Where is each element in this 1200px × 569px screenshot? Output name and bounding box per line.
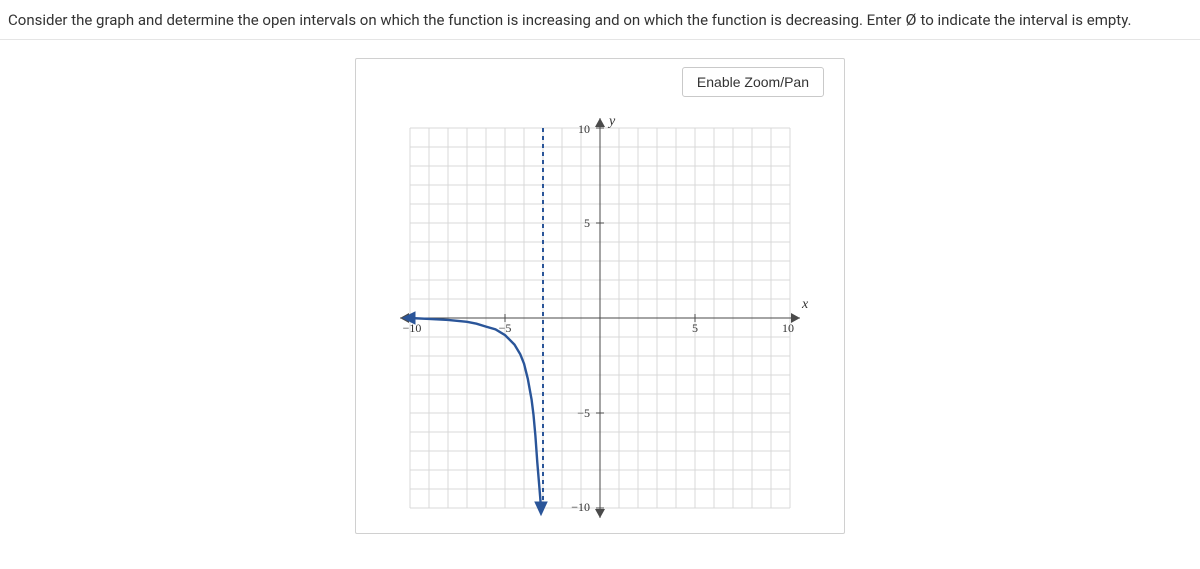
coordinate-plot[interactable]: −10 −5 5 10 10 5 −5 −10 x y bbox=[385, 113, 815, 523]
tick-y5: 5 bbox=[584, 216, 590, 230]
question-text-part-b: to indicate the interval is empty. bbox=[920, 11, 1131, 29]
x-axis-label: x bbox=[801, 297, 809, 312]
question-text-part-a: Consider the graph and determine the ope… bbox=[8, 11, 901, 29]
empty-set-symbol: Ø bbox=[905, 10, 916, 29]
graph-panel: Enable Zoom/Pan bbox=[355, 58, 845, 534]
y-axis-label: y bbox=[607, 114, 616, 129]
tick-yneg10: −10 bbox=[571, 500, 590, 514]
tick-yneg5: −5 bbox=[577, 406, 590, 420]
tick-x5: 5 bbox=[692, 321, 698, 335]
axes bbox=[400, 118, 800, 518]
tick-y10: 10 bbox=[578, 122, 590, 136]
question-text: Consider the graph and determine the ope… bbox=[0, 0, 1200, 40]
enable-zoom-button[interactable]: Enable Zoom/Pan bbox=[682, 67, 824, 97]
enable-zoom-label: Enable Zoom/Pan bbox=[697, 74, 809, 90]
tick-x10: 10 bbox=[782, 321, 794, 335]
tick-xneg10: −10 bbox=[403, 321, 422, 335]
plot-container: −10 −5 5 10 10 5 −5 −10 x y bbox=[366, 113, 834, 523]
